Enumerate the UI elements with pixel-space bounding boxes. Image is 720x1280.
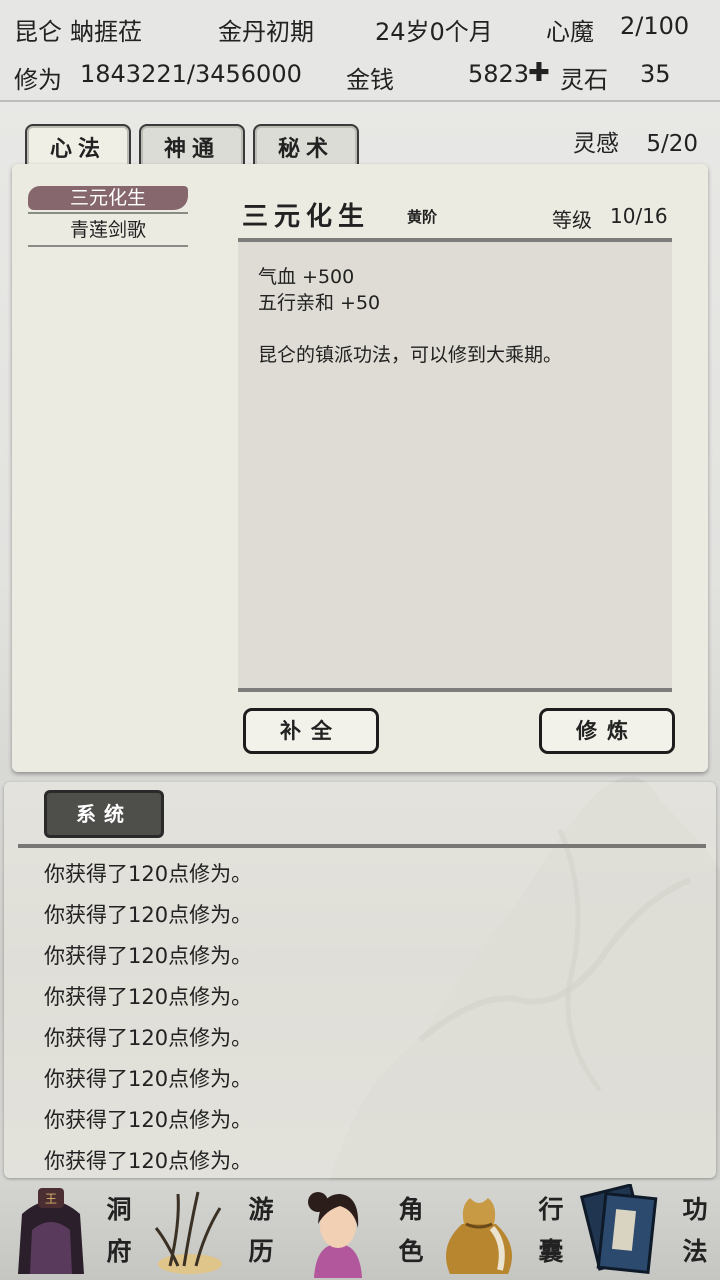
skill-description-box: 气血 +500 五行亲和 +50 昆仑的镇派功法，可以修到大乘期。 — [238, 238, 672, 692]
character-name: 蚋捱莅 — [70, 18, 142, 46]
log-line: 你获得了120点修为。 — [44, 903, 253, 927]
log-line: 你获得了120点修为。 — [44, 862, 253, 886]
nav-label-1: 洞 — [106, 1195, 132, 1224]
status-bar: 昆仑 蚋捱莅 金丹初期 24岁0个月 心魔 2/100 修为 1843221/3… — [0, 0, 720, 102]
log-line: 你获得了120点修为。 — [44, 1149, 253, 1173]
nav-label-1: 功 — [682, 1195, 708, 1224]
nav-label-1: 行 — [538, 1195, 564, 1224]
fill-button[interactable]: 补全 — [243, 708, 379, 754]
nav-label-1: 游 — [248, 1195, 274, 1224]
realm: 金丹初期 — [218, 18, 314, 46]
log-line: 你获得了120点修为。 — [44, 944, 253, 968]
spirit-stone-value: 35 — [640, 60, 671, 88]
effect-line: 气血 +500 — [258, 266, 355, 288]
nav-label-2: 历 — [248, 1237, 274, 1266]
nav-cave-dwelling[interactable]: 王 洞 府 — [0, 1182, 144, 1280]
money-label: 金钱 — [346, 66, 394, 94]
list-divider — [28, 245, 188, 247]
nav-journey[interactable]: 游 历 — [144, 1182, 288, 1280]
log-line: 你获得了120点修为。 — [44, 985, 253, 1009]
inspiration-label: 灵感 — [573, 131, 620, 157]
skill-grade: 黄阶 — [407, 208, 438, 226]
svg-text:王: 王 — [45, 1192, 57, 1206]
nav-label-2: 法 — [682, 1237, 708, 1266]
level-value: 10/16 — [610, 204, 668, 228]
level-label: 等级 — [552, 208, 592, 232]
money-value: 5823 — [468, 60, 530, 88]
sect-name: 昆仑 — [14, 18, 62, 46]
inspiration: 灵感 5/20 — [573, 124, 698, 158]
spirit-stone-label: 灵石 — [560, 66, 608, 94]
log-line: 你获得了120点修为。 — [44, 1026, 253, 1050]
cave-dwelling-icon: 王 — [18, 1188, 84, 1274]
skill-panel: 三元化生 青莲剑歌 三元化生 黄阶 等级 10/16 气血 +500 五行亲和 … — [12, 164, 708, 772]
cultivation-value: 1843221/3456000 — [80, 60, 302, 88]
log-line: 你获得了120点修为。 — [44, 1067, 253, 1091]
nav-character[interactable]: 角 色 — [288, 1182, 432, 1280]
spirit-stone-icon: ✚ — [528, 58, 550, 88]
skill-title: 三元化生 — [242, 202, 371, 232]
journey-icon — [154, 1191, 222, 1274]
inspiration-value: 5/20 — [646, 131, 698, 157]
bottom-nav: 王 洞 府 游 历 角 色 行 囊 功 法 — [0, 1182, 720, 1280]
scroll-book-icon — [580, 1184, 658, 1275]
nav-label-2: 囊 — [538, 1237, 564, 1266]
skill-list-item[interactable]: 青莲剑歌 — [28, 214, 188, 246]
character-icon — [308, 1192, 362, 1278]
age: 24岁0个月 — [375, 18, 493, 46]
log-line: 你获得了120点修为。 — [44, 1108, 253, 1132]
nav-label-1: 角 — [398, 1195, 424, 1224]
heart-demon-value: 2/100 — [620, 12, 690, 40]
nav-label-2: 府 — [106, 1237, 132, 1266]
nav-label-2: 色 — [398, 1237, 424, 1266]
bag-icon — [446, 1198, 512, 1274]
practice-button[interactable]: 修炼 — [539, 708, 675, 754]
system-log-panel: 系统 你获得了120点修为。 你获得了120点修为。 你获得了120点修为。 你… — [4, 782, 716, 1178]
cultivation-label: 修为 — [14, 66, 62, 94]
skill-description: 昆仑的镇派功法，可以修到大乘期。 — [258, 344, 563, 366]
effect-line: 五行亲和 +50 — [258, 292, 381, 314]
nav-bag[interactable]: 行 囊 — [432, 1182, 576, 1280]
skill-list-item[interactable]: 三元化生 — [28, 182, 188, 214]
skill-list-label: 三元化生 — [69, 187, 146, 209]
nav-technique[interactable]: 功 法 — [576, 1182, 720, 1280]
skill-list-label: 青莲剑歌 — [69, 219, 146, 241]
log-divider — [18, 844, 706, 848]
heart-demon-label: 心魔 — [546, 18, 594, 46]
tab-system[interactable]: 系统 — [44, 790, 164, 838]
